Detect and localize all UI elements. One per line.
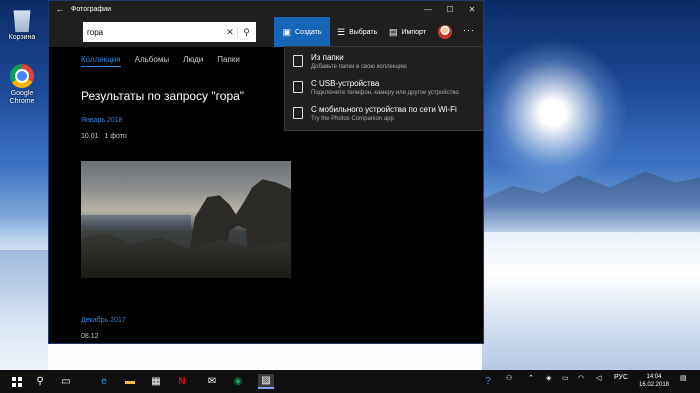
group-subtitle: 08.12 [81,333,99,340]
select-button-label: Выбрать [349,28,378,36]
chrome-icon [10,64,34,88]
folder-icon [293,55,303,67]
import-button[interactable]: ▤ Импорт [385,17,430,47]
battery-icon[interactable]: ▭ [562,374,569,382]
import-icon: ▤ [389,26,398,37]
windows-logo-icon [12,376,22,387]
wifi-icon[interactable]: ◠ [578,374,584,382]
usb-device-icon [293,81,303,93]
photo-thumbnail[interactable] [81,161,291,278]
select-list-icon: ☰ [337,26,346,37]
menu-item-label: С USB-устройства [311,79,380,88]
file-explorer-icon[interactable]: ▬ [122,374,138,389]
group-subtitle: 10.01 1 фото [81,133,127,140]
taskbar: ⚲ ▭ e ▬ ▦ N ✉ ◉ ▨ ? ⚇ ⌃ ◈ ▭ ◠ ◁ РУС 14:0… [0,370,700,393]
menu-item-from-usb[interactable]: С USB-устройства Подключите телефон, кам… [285,77,483,103]
desktop-icon-label: Google Chrome [9,90,35,105]
menu-item-description: Try the Photos Companion app [311,116,394,122]
language-indicator[interactable]: РУС [614,374,628,381]
edge-icon[interactable]: e [96,374,112,389]
title-bar: ← Фотографии — ☐ ✕ [49,1,483,17]
recycle-bin-icon [13,10,31,32]
menu-item-from-folder[interactable]: Из папки Добавьте папки в свою коллекцию [285,51,483,77]
group-count: 1 фото [104,133,127,140]
people-icon[interactable]: ⚇ [506,374,512,382]
desktop-icon-recycle-bin[interactable]: Корзина [2,8,42,42]
window-title: Фотографии [71,5,112,13]
results-title: Результаты по запросу "гора" [81,89,245,103]
action-center-icon[interactable]: ▤ [680,374,687,382]
menu-item-description: Подключите телефон, камеру или другое ус… [311,90,459,96]
create-button-label: Создать [294,28,322,36]
close-icon[interactable]: ✕ [461,5,483,14]
task-view-icon[interactable]: ▭ [58,374,74,389]
group-date: 08.12 [81,333,99,340]
more-options-icon[interactable]: ··· [463,25,475,35]
menu-item-label: Из папки [311,53,344,62]
group-month[interactable]: Январь 2018 [81,117,123,124]
menu-item-from-mobile-wifi[interactable]: С мобильного устройства по сети Wi-Fi Tr… [285,103,483,129]
wallpaper-snow-left [0,250,48,370]
network-icon[interactable]: ◈ [546,374,551,382]
search-box: ✕ ⚲ [83,22,256,42]
start-button[interactable] [9,374,25,389]
create-button[interactable]: ▣ Создать [274,17,330,47]
volume-icon[interactable]: ◁ [596,374,601,382]
tab-albums[interactable]: Альбомы [135,55,169,67]
phone-icon [293,107,303,119]
search-input[interactable] [87,27,223,37]
clock[interactable]: 14:04 16.02.2018 [636,373,672,389]
mail-icon[interactable]: ✉ [204,374,220,389]
create-dropdown-menu: Из папки Добавьте папки в свою коллекцию… [284,46,484,131]
toolbar: ✕ ⚲ ▣ Создать ☰ Выбрать ▤ Импорт ··· [49,17,483,47]
search-taskbar-icon[interactable]: ⚲ [32,374,48,389]
chrome-taskbar-icon[interactable]: ◉ [230,374,246,389]
minimize-icon[interactable]: — [417,5,439,14]
back-arrow-icon[interactable]: ← [49,4,71,14]
desktop-icon-chrome[interactable]: Google Chrome [2,64,42,106]
photos-taskbar-icon[interactable]: ▨ [258,374,274,389]
help-icon[interactable]: ? [480,374,496,389]
netflix-icon[interactable]: N [174,374,190,389]
clock-date: 16.02.2018 [638,382,670,388]
menu-item-description: Добавьте папки в свою коллекцию [311,64,407,70]
tab-people[interactable]: Люди [183,55,203,67]
store-icon[interactable]: ▦ [148,374,164,389]
photo-sea [81,215,191,229]
wallpaper-snow [482,232,700,370]
clock-time: 14:04 [646,374,662,380]
desktop-icon-label: Корзина [8,34,36,41]
clear-search-icon[interactable]: ✕ [223,27,237,38]
avatar[interactable] [438,25,452,39]
maximize-icon[interactable]: ☐ [439,5,461,14]
import-button-label: Импорт [401,28,426,36]
nav-tabs: Коллекция Альбомы Люди Папки [81,55,240,67]
tab-collection[interactable]: Коллекция [81,55,121,67]
select-button[interactable]: ☰ Выбрать [333,17,381,47]
tray-chevron-icon[interactable]: ⌃ [528,374,534,382]
menu-item-label: С мобильного устройства по сети Wi-Fi [311,105,457,114]
group-date: 10.01 [81,133,99,140]
create-icon: ▣ [282,26,291,37]
photo-rock-arch [189,179,291,253]
wallpaper-sun [478,38,628,188]
group-month[interactable]: Декабрь 2017 [81,317,126,324]
tab-folders[interactable]: Папки [217,55,240,67]
search-icon[interactable]: ⚲ [237,26,255,38]
